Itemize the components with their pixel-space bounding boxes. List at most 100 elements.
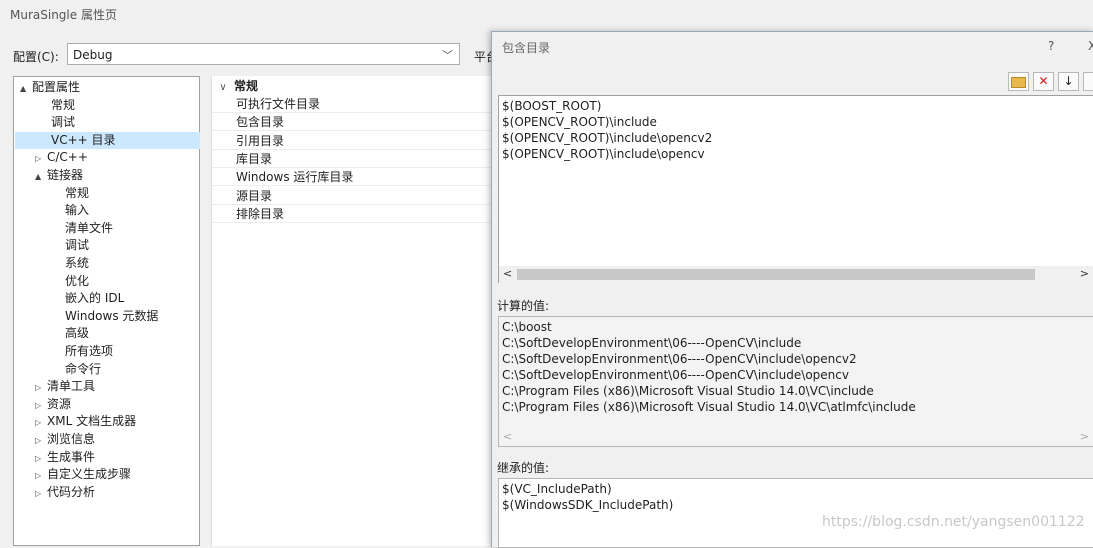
collapsed-icon[interactable]: ▷ (35, 467, 47, 484)
tree-item[interactable]: 常规 (15, 97, 200, 114)
tree-item[interactable]: 嵌入的 IDL (15, 290, 200, 307)
watermark: https://blog.csdn.net/yangsen001122 (822, 514, 1085, 530)
include-dirs-dialog: 包含目录 ? X ✕ ↓ < > $(BOOST_ROOT) $(OPENCV_R… (491, 31, 1093, 548)
tree-item[interactable]: ▲ 链接器 (15, 167, 200, 184)
tree-item-label: 清单文件 (65, 220, 114, 235)
property-row[interactable]: 库目录 (212, 151, 494, 168)
folder-icon (1011, 77, 1026, 88)
close-button[interactable]: X (1088, 39, 1093, 53)
collapsed-icon[interactable]: ▷ (35, 414, 47, 431)
scroll-right-icon[interactable]: > (1080, 267, 1089, 280)
tree-item-label: 自定义生成步骤 (47, 467, 132, 482)
tree-item[interactable]: Windows 元数据 (15, 308, 200, 325)
tree-item[interactable]: 系统 (15, 255, 200, 272)
computed-value-line: C:\SoftDevelopEnvironment\06----OpenCV\i… (502, 352, 857, 366)
arrow-down-icon: ↓ (1063, 74, 1074, 88)
scroll-left-icon[interactable]: < (503, 430, 512, 443)
new-line-button[interactable] (1008, 72, 1029, 91)
property-row[interactable]: 源目录 (212, 188, 494, 205)
collapsed-icon[interactable]: ▷ (35, 432, 47, 449)
config-value: Debug (73, 48, 113, 62)
move-up-button[interactable] (1083, 72, 1093, 91)
help-button[interactable]: ? (1048, 39, 1054, 53)
inherited-value-line: $(WindowsSDK_IncludePath) (502, 498, 674, 512)
scroll-thumb[interactable] (517, 269, 1035, 280)
tree-item[interactable]: ▷ 生成事件 (15, 449, 200, 466)
tree-item-label: 代码分析 (47, 484, 96, 499)
tree-item[interactable]: ▷ XML 文档生成器 (15, 413, 200, 430)
property-tree[interactable]: ▲ 配置属性 常规 调试 VC++ 目录 ▷ C/C++ ▲ 链接器 常规 输入 清单文件 调试 系统 优化… (13, 76, 200, 546)
computed-value-line: C:\Program Files (x86)\Microsoft Visual … (502, 400, 916, 414)
computed-value-line: C:\SoftDevelopEnvironment\06----OpenCV\i… (502, 336, 802, 350)
tree-item[interactable]: ▷ 清单工具 (15, 378, 200, 395)
computed-value-line: C:\Program Files (x86)\Microsoft Visual … (502, 384, 874, 398)
delete-button[interactable]: ✕ (1033, 72, 1054, 91)
include-dir-entry[interactable]: $(BOOST_ROOT) (502, 98, 601, 114)
inherited-values-box: $(VC_IncludePath) $(WindowsSDK_IncludePat… (498, 478, 1093, 548)
category-header[interactable]: ∨ 常规 (212, 78, 494, 95)
category-label: 常规 (234, 79, 259, 93)
tree-item[interactable]: 调试 (15, 237, 200, 254)
collapsed-icon[interactable]: ▷ (35, 379, 47, 396)
property-row[interactable]: 引用目录 (212, 133, 494, 150)
tree-item-label: 资源 (47, 396, 72, 411)
collapsed-icon[interactable]: ▷ (35, 150, 47, 167)
tree-item-label: 清单工具 (47, 379, 96, 394)
horizontal-scrollbar[interactable]: < > (499, 266, 1093, 283)
config-select[interactable]: Debug ﹀ (67, 43, 460, 65)
include-dir-entry[interactable]: $(OPENCV_ROOT)\include\opencv (502, 146, 705, 162)
tree-item[interactable]: 所有选项 (15, 343, 200, 360)
collapsed-icon[interactable]: ▷ (35, 397, 47, 414)
scroll-left-icon[interactable]: < (503, 267, 512, 280)
property-row[interactable]: 排除目录 (212, 206, 494, 223)
tree-item[interactable]: 命令行 (15, 361, 200, 378)
computed-value-line: C:\boost (502, 320, 552, 334)
include-dir-entry[interactable]: $(OPENCV_ROOT)\include\opencv2 (502, 130, 712, 146)
tree-item[interactable]: 输入 (15, 202, 200, 219)
tree-item[interactable]: 常规 (15, 185, 200, 202)
tree-item[interactable]: VC++ 目录 (15, 131, 200, 149)
tree-item[interactable]: ▷ 资源 (15, 396, 200, 413)
tree-item[interactable]: 优化 (15, 273, 200, 290)
tree-item-label: 优化 (65, 273, 90, 288)
expanded-icon[interactable]: ▲ (35, 168, 47, 185)
property-grid: ∨ 常规 可执行文件目录 包含目录 引用目录 库目录 Windows 运行库目录 源目录 排除… (211, 76, 494, 546)
tree-item-label: XML 文档生成器 (47, 414, 137, 429)
tree-item-label: 命令行 (65, 361, 102, 376)
tree-item[interactable]: ▷ 代码分析 (15, 484, 200, 501)
tree-item-label: 生成事件 (47, 449, 96, 464)
window-title: MuraSingle 属性页 (10, 8, 117, 22)
collapsed-icon[interactable]: ▷ (35, 485, 47, 502)
horizontal-scrollbar[interactable]: < > (499, 429, 1093, 446)
property-row[interactable]: 可执行文件目录 (212, 96, 494, 113)
tree-item-label: C/C++ (47, 150, 88, 165)
dialog-title: 包含目录 (502, 41, 551, 55)
property-row[interactable]: 包含目录 (212, 114, 494, 132)
delete-x-icon: ✕ (1038, 74, 1049, 88)
tree-item[interactable]: 调试 (15, 114, 200, 131)
computed-values-box: < > C:\boost C:\SoftDevelopEnvironment\06… (498, 316, 1093, 447)
collapsed-icon[interactable]: ▷ (35, 450, 47, 467)
tree-item[interactable]: ▲ 配置属性 (15, 79, 200, 96)
tree-item-label: 所有选项 (65, 344, 114, 358)
inherited-value-line: $(VC_IncludePath) (502, 482, 612, 496)
scroll-right-icon[interactable]: > (1080, 430, 1089, 443)
config-label: 配置(C): (13, 50, 59, 64)
tree-item[interactable]: ▷ 浏览信息 (15, 431, 200, 448)
tree-item[interactable]: ▷ 自定义生成步骤 (15, 466, 200, 483)
computed-value-line: C:\SoftDevelopEnvironment\06----OpenCV\i… (502, 368, 849, 382)
tree-item-label: 调试 (51, 115, 76, 130)
tree-item[interactable]: ▷ C/C++ (15, 149, 200, 166)
property-row[interactable]: Windows 运行库目录 (212, 169, 494, 187)
tree-item[interactable]: 高级 (15, 325, 200, 342)
tree-item-label: 系统 (65, 256, 90, 270)
move-down-button[interactable]: ↓ (1058, 72, 1079, 91)
include-dir-entry[interactable]: $(OPENCV_ROOT)\include (502, 114, 657, 130)
expanded-icon[interactable]: ▲ (20, 80, 32, 97)
computed-values-label: 计算的值: (497, 299, 550, 313)
include-dirs-editor[interactable]: < > $(BOOST_ROOT) $(OPENCV_ROOT)\include $… (498, 95, 1093, 283)
inherited-values-label: 继承的值: (497, 461, 550, 475)
chevron-down-icon[interactable]: ∨ (212, 79, 234, 96)
tree-item-label: VC++ 目录 (51, 132, 116, 147)
tree-item[interactable]: 清单文件 (15, 220, 200, 237)
